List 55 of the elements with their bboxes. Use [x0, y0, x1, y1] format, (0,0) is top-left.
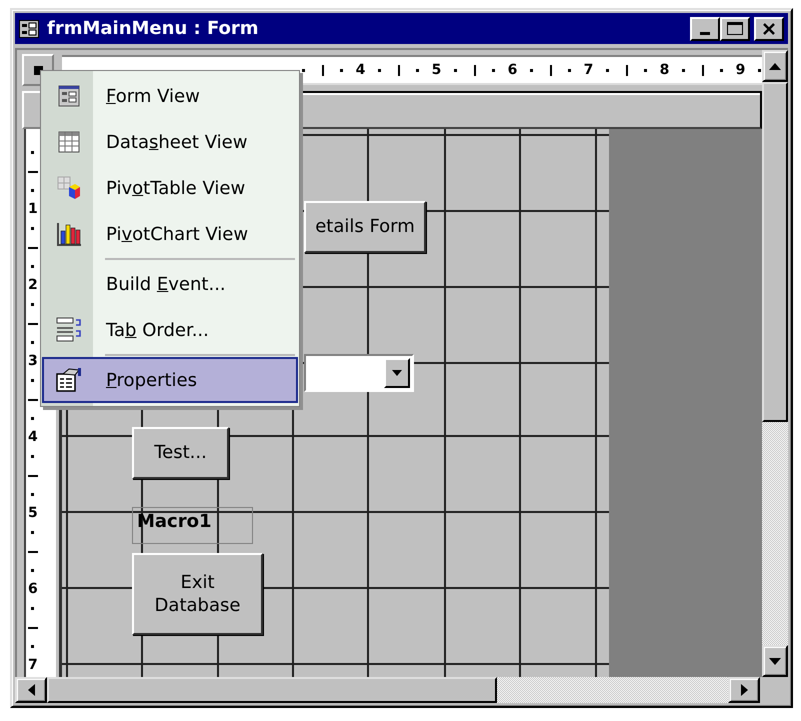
menu-item[interactable]: Tab Order... [42, 307, 298, 353]
menu-item-label: PivotTable View [105, 178, 246, 198]
arrow-left-icon [28, 684, 34, 696]
ruler-number: 6 [506, 62, 518, 78]
ruler-number: 1 [28, 200, 38, 219]
scroll-right-button[interactable] [728, 677, 760, 703]
combo-box[interactable] [304, 354, 414, 392]
ruler-number: 7 [28, 656, 38, 675]
menu-item-label: Tab Order... [105, 320, 209, 340]
form-icon [58, 85, 80, 107]
caret-down-icon [392, 370, 402, 376]
menu-item-label: Form View [105, 86, 200, 106]
close-icon [762, 22, 776, 34]
scroll-up-button[interactable] [762, 50, 788, 82]
properties-icon [55, 367, 83, 393]
menu-item[interactable]: Properties [42, 357, 298, 403]
ruler-number: 5 [430, 62, 442, 78]
scroll-thumb[interactable] [47, 677, 497, 703]
menu-item[interactable]: PivotChart View [42, 211, 298, 257]
ruler-number: 3 [28, 352, 38, 371]
ruler-number: 8 [658, 62, 670, 78]
ruler-number: 5 [28, 504, 38, 523]
command-button[interactable]: Exit Database [132, 553, 263, 635]
menu-item[interactable]: Datasheet View [42, 119, 298, 165]
arrow-down-icon [769, 658, 781, 664]
arrow-up-icon [769, 62, 781, 70]
arrow-right-icon [740, 684, 748, 696]
minimize-button[interactable] [690, 16, 720, 40]
command-button[interactable]: Test... [132, 427, 229, 479]
menu-item[interactable]: Form View [42, 73, 298, 119]
scroll-left-button[interactable] [15, 677, 47, 703]
form-icon [19, 20, 39, 38]
command-button[interactable]: etails Form [304, 201, 426, 253]
ruler-number: 6 [28, 580, 38, 599]
ruler-number: 7 [582, 62, 594, 78]
maximize-button[interactable] [720, 16, 750, 40]
tab-order-icon [56, 317, 82, 343]
close-button[interactable] [754, 16, 784, 40]
menu-item[interactable]: Build Event... [42, 261, 298, 307]
ruler-number: 4 [28, 428, 38, 447]
ruler-number: 4 [354, 62, 366, 78]
ruler-number: 9 [734, 62, 746, 78]
scroll-down-button[interactable] [762, 645, 788, 677]
bar-chart-icon [56, 221, 82, 247]
scroll-thumb[interactable] [762, 82, 788, 422]
menu-item-label: PivotChart View [105, 224, 248, 244]
menu-item-label: Build Event... [105, 274, 226, 294]
menu-item[interactable]: PivotTable View [42, 165, 298, 211]
grid-icon [58, 131, 80, 153]
pivot-table-icon [57, 176, 81, 200]
window-title: frmMainMenu : Form [47, 18, 259, 39]
dropdown-button[interactable] [384, 358, 410, 388]
menu-item-label: Datasheet View [105, 132, 248, 152]
menu-item-label: Properties [105, 370, 197, 390]
ruler-number: 2 [28, 276, 38, 295]
